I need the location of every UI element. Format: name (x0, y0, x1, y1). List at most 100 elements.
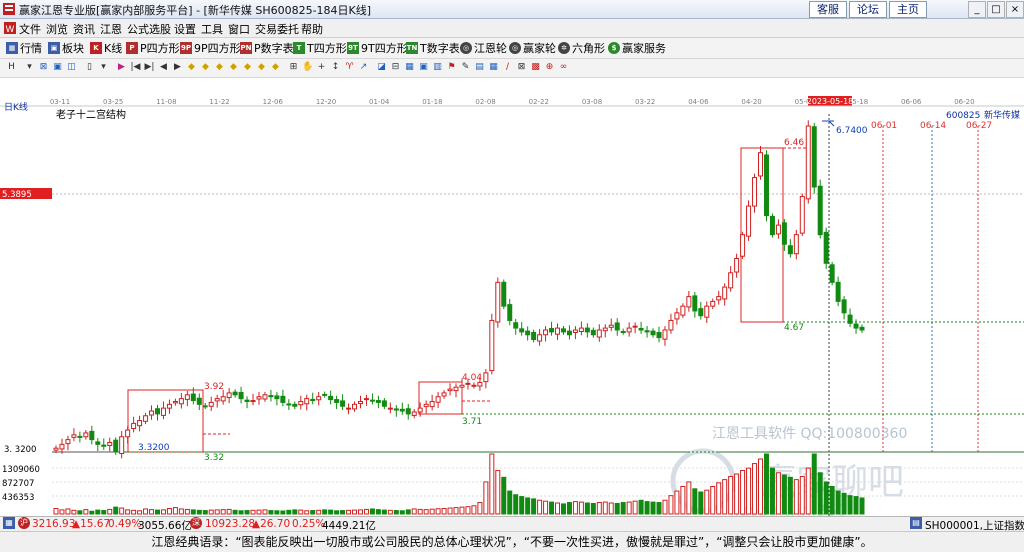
candle-body[interactable] (531, 331, 537, 341)
draw-tool-icon[interactable]: ▶ (172, 62, 183, 73)
candle-body[interactable] (728, 272, 734, 289)
candle-body[interactable] (143, 415, 149, 422)
candle-body[interactable] (525, 330, 531, 336)
draw-tool-icon[interactable]: H (6, 62, 17, 73)
draw-tool-icon[interactable]: ◆ (228, 62, 239, 73)
candle-body[interactable] (53, 447, 59, 451)
candle-body[interactable] (817, 185, 823, 236)
candle-body[interactable] (686, 296, 692, 308)
winner-wheel-button[interactable]: ◎ 赢家轮 (509, 40, 556, 56)
candle-body[interactable] (137, 420, 143, 427)
candle-body[interactable] (805, 125, 811, 200)
sector-button[interactable]: ▣ 板块 (48, 40, 84, 56)
candle-body[interactable] (763, 154, 769, 217)
candle-body[interactable] (322, 393, 328, 396)
candle-body[interactable] (316, 396, 322, 401)
p-table-button[interactable]: PN P数字表 (240, 40, 294, 56)
candle-body[interactable] (734, 257, 740, 273)
candle-body[interactable] (692, 295, 698, 312)
candle-body[interactable] (77, 435, 83, 438)
candle-body[interactable] (638, 327, 644, 331)
menu-formula[interactable]: 公式选股 (127, 21, 171, 37)
menu-tools[interactable]: 工具 (201, 21, 223, 37)
candle-body[interactable] (375, 400, 381, 403)
draw-tool-icon[interactable]: ▶ (116, 62, 127, 73)
service-button[interactable]: $ 赢家服务 (608, 40, 666, 56)
candle-body[interactable] (172, 400, 178, 404)
candle-body[interactable] (453, 386, 459, 392)
9p-square-button[interactable]: 9P 9P四方形 (180, 40, 241, 56)
draw-tool-icon[interactable]: ⚑ (446, 62, 457, 73)
candle-body[interactable] (340, 400, 346, 407)
draw-tool-icon[interactable]: |◀ (130, 62, 141, 73)
draw-tool-icon[interactable]: ◫ (66, 62, 77, 73)
draw-tool-icon[interactable]: ◆ (186, 62, 197, 73)
maximize-button[interactable]: □ (987, 1, 1005, 18)
draw-tool-icon[interactable]: ◆ (256, 62, 267, 73)
menu-settings[interactable]: 设置 (174, 21, 196, 37)
candle-body[interactable] (304, 398, 310, 405)
candle-body[interactable] (781, 222, 787, 245)
candle-body[interactable] (507, 304, 513, 321)
candle-body[interactable] (262, 394, 268, 400)
draw-tool-icon[interactable]: ▤ (474, 62, 485, 73)
draw-tool-icon[interactable]: ✎ (460, 62, 471, 73)
menu-file[interactable]: 文件 (19, 21, 41, 37)
home-link[interactable]: 主页 (889, 1, 927, 18)
candle-body[interactable] (447, 388, 453, 392)
menu-trade[interactable]: 交易委托 (255, 21, 299, 37)
menu-help[interactable]: 帮助 (301, 21, 323, 37)
draw-tool-icon[interactable]: ▥ (432, 62, 443, 73)
candle-body[interactable] (775, 224, 781, 235)
candle-body[interactable] (495, 281, 501, 323)
candle-body[interactable] (89, 430, 95, 441)
candle-body[interactable] (196, 397, 202, 405)
draw-tool-icon[interactable]: ▾ (98, 62, 109, 73)
candle-body[interactable] (477, 381, 483, 387)
candle-body[interactable] (387, 407, 393, 410)
market-button[interactable]: ▦ 行情 (6, 40, 42, 56)
candle-body[interactable] (184, 394, 190, 400)
candle-body[interactable] (202, 405, 208, 408)
draw-tool-icon[interactable]: ↕ (330, 62, 341, 73)
candle-body[interactable] (119, 436, 125, 455)
candle-body[interactable] (101, 444, 107, 447)
candle-body[interactable] (572, 329, 578, 333)
candle-body[interactable] (769, 215, 775, 236)
kline-button[interactable]: K K线 (90, 40, 122, 56)
candle-body[interactable] (674, 312, 680, 320)
candle-body[interactable] (244, 399, 250, 402)
candle-body[interactable] (483, 372, 489, 383)
candle-body[interactable] (411, 411, 417, 416)
t-square-button[interactable]: T T四方形 (293, 40, 347, 56)
menu-window[interactable]: 窗口 (228, 21, 250, 37)
draw-tool-icon[interactable]: ◆ (242, 62, 253, 73)
candle-body[interactable] (566, 330, 572, 336)
candle-body[interactable] (238, 392, 244, 400)
candle-body[interactable] (656, 331, 662, 339)
candle-body[interactable] (519, 328, 525, 333)
kline-chart[interactable]: 03-11 03-25 11-08 11-22 12-06 12-20 01-04 01-18… (0, 96, 1024, 516)
candle-body[interactable] (220, 396, 226, 402)
candle-body[interactable] (226, 392, 232, 398)
t-table-button[interactable]: TN T数字表 (406, 40, 460, 56)
candle-body[interactable] (405, 408, 411, 415)
candle-body[interactable] (602, 327, 608, 332)
candle-body[interactable] (662, 329, 668, 340)
candle-body[interactable] (716, 296, 722, 301)
candle-body[interactable] (632, 325, 638, 328)
candle-body[interactable] (746, 205, 752, 237)
draw-tool-icon[interactable]: ◆ (200, 62, 211, 73)
draw-tool-icon[interactable]: ⊟ (390, 62, 401, 73)
candle-body[interactable] (441, 392, 447, 397)
draw-tool-icon[interactable]: ▣ (52, 62, 63, 73)
candle-body[interactable] (149, 410, 155, 416)
draw-tool-icon[interactable]: ♈ (344, 62, 355, 73)
candle-body[interactable] (286, 403, 292, 406)
candle-body[interactable] (160, 407, 166, 416)
draw-tool-icon[interactable]: ▦ (488, 62, 499, 73)
candle-body[interactable] (555, 327, 561, 335)
draw-tool-icon[interactable]: ▩ (530, 62, 541, 73)
candle-body[interactable] (166, 403, 172, 409)
candle-body[interactable] (835, 281, 841, 302)
